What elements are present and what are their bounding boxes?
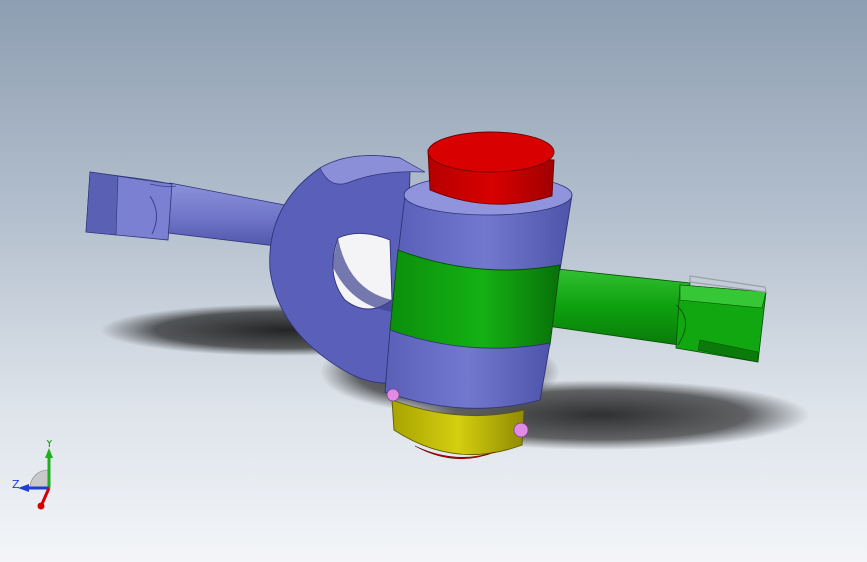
green-shaft-right[interactable]: [539, 267, 767, 363]
model-viewport[interactable]: [0, 0, 867, 562]
axis-triad: Y Z: [12, 437, 82, 516]
collar-assembly[interactable]: [384, 174, 573, 409]
y-axis-label: Y: [45, 440, 53, 450]
z-axis-label: Z: [12, 478, 20, 491]
red-cap-top[interactable]: [427, 131, 555, 205]
pin-left[interactable]: [386, 388, 400, 402]
blue-shaft-left[interactable]: [85, 171, 301, 249]
pin-right[interactable]: [513, 422, 529, 438]
